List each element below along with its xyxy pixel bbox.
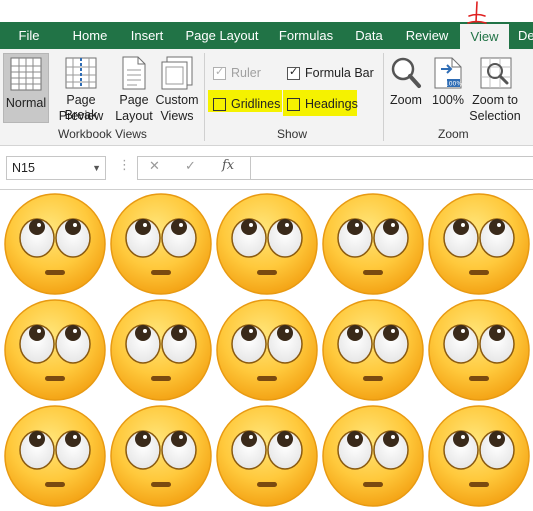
more-options-icon[interactable]: ⋮ xyxy=(118,157,131,173)
red-annotation-mark-icon xyxy=(467,1,487,24)
name-box[interactable]: N15 ▼ xyxy=(6,156,106,180)
tab-home[interactable]: Home xyxy=(66,22,114,49)
tab-page-layout[interactable]: Page Layout xyxy=(180,22,264,49)
ruler-checkbox[interactable]: ✓ xyxy=(213,66,226,80)
zoom-button[interactable]: Zoom xyxy=(386,53,426,123)
face-with-rolling-eyes-icon xyxy=(428,193,530,295)
face-with-rolling-eyes-icon xyxy=(322,405,424,507)
normal-view-button[interactable]: Normal xyxy=(3,53,49,123)
formula-bar-checkbox-row[interactable]: ✓ Formula Bar xyxy=(287,64,377,82)
face-with-rolling-eyes-icon xyxy=(4,299,106,401)
face-with-rolling-eyes-icon xyxy=(322,193,424,295)
zoom-group-label: Zoom xyxy=(438,127,469,141)
ribbon-view: Normal Page Break Preview Page Layout Cu… xyxy=(0,49,533,146)
zoom-to-selection-line1: Zoom to xyxy=(472,93,518,107)
custom-views-line1: Custom xyxy=(155,93,199,107)
enter-icon[interactable]: ✓ xyxy=(185,158,196,174)
page-break-preview-line2: Preview xyxy=(58,109,104,123)
face-with-rolling-eyes-icon xyxy=(216,299,318,401)
headings-label: Headings xyxy=(305,97,358,111)
headings-checkbox[interactable] xyxy=(287,98,300,111)
tab-developer[interactable]: De xyxy=(518,22,533,49)
face-with-rolling-eyes-icon xyxy=(216,405,318,507)
formula-bar-area: N15 ▼ ⋮ ✕ ✓ fx xyxy=(0,146,533,188)
face-with-rolling-eyes-icon xyxy=(428,405,530,507)
zoom-100-label: 100% xyxy=(432,93,464,107)
normal-view-label: Normal xyxy=(5,96,47,110)
face-with-rolling-eyes-icon xyxy=(4,193,106,295)
zoom-label: Zoom xyxy=(390,93,422,107)
workbook-views-group-label: Workbook Views xyxy=(58,127,147,141)
ruler-label: Ruler xyxy=(231,66,261,80)
headings-checkbox-row[interactable]: Headings xyxy=(287,95,358,113)
window-top-strip xyxy=(0,0,533,22)
face-with-rolling-eyes-icon xyxy=(110,193,212,295)
custom-views-line2: Views xyxy=(160,109,194,123)
custom-views-icon xyxy=(161,56,193,90)
chevron-down-icon[interactable]: ▼ xyxy=(92,157,101,179)
magnifier-icon xyxy=(391,57,421,88)
formula-input[interactable] xyxy=(250,156,533,180)
page-layout-icon xyxy=(122,56,146,90)
tab-insert[interactable]: Insert xyxy=(124,22,170,49)
page-layout-line1: Page xyxy=(119,93,149,107)
checkmark-icon: ✓ xyxy=(289,66,299,78)
page-layout-view-button[interactable]: Page Layout xyxy=(114,53,154,123)
gridlines-checkbox-row[interactable]: Gridlines xyxy=(213,95,283,113)
insert-function-icon[interactable]: fx xyxy=(222,158,234,173)
zoom-to-selection-button[interactable]: Zoom to Selection xyxy=(467,53,523,123)
face-with-rolling-eyes-icon xyxy=(322,299,424,401)
zoom-to-selection-icon xyxy=(480,57,512,89)
face-with-rolling-eyes-icon xyxy=(216,193,318,295)
gridlines-checkbox[interactable] xyxy=(213,98,226,111)
ruler-checkbox-row[interactable]: ✓ Ruler xyxy=(213,64,273,82)
tab-file[interactable]: File xyxy=(6,22,52,49)
page-break-preview-icon xyxy=(65,57,97,89)
face-with-rolling-eyes-icon xyxy=(4,405,106,507)
group-separator xyxy=(204,53,205,141)
face-with-rolling-eyes-icon xyxy=(428,299,530,401)
face-with-rolling-eyes-icon xyxy=(110,299,212,401)
face-with-rolling-eyes-icon xyxy=(110,405,212,507)
zoom-100-badge: 100% xyxy=(445,81,462,88)
tab-review[interactable]: Review xyxy=(400,22,454,49)
worksheet-grid[interactable] xyxy=(0,189,533,511)
tab-data[interactable]: Data xyxy=(346,22,392,49)
formula-bar-label: Formula Bar xyxy=(305,66,374,80)
name-box-value: N15 xyxy=(12,161,35,175)
formula-bar-checkbox[interactable]: ✓ xyxy=(287,66,300,80)
show-group-label: Show xyxy=(277,127,308,141)
zoom-100-button[interactable]: 100% 100% xyxy=(429,53,467,123)
gridlines-label: Gridlines xyxy=(231,97,281,111)
zoom-to-selection-line2: Selection xyxy=(469,109,521,123)
page-layout-line2: Layout xyxy=(115,109,153,123)
cancel-icon[interactable]: ✕ xyxy=(149,158,160,174)
normal-view-icon xyxy=(10,57,42,91)
group-separator xyxy=(383,53,384,141)
page-break-preview-button[interactable]: Page Break Preview xyxy=(50,53,112,123)
custom-views-button[interactable]: Custom Views xyxy=(155,53,199,123)
zoom-100-icon: 100% xyxy=(434,57,462,89)
tab-formulas[interactable]: Formulas xyxy=(274,22,338,49)
checkmark-icon: ✓ xyxy=(215,66,225,78)
ribbon-tab-bar: File Home Insert Page Layout Formulas Da… xyxy=(0,22,533,49)
